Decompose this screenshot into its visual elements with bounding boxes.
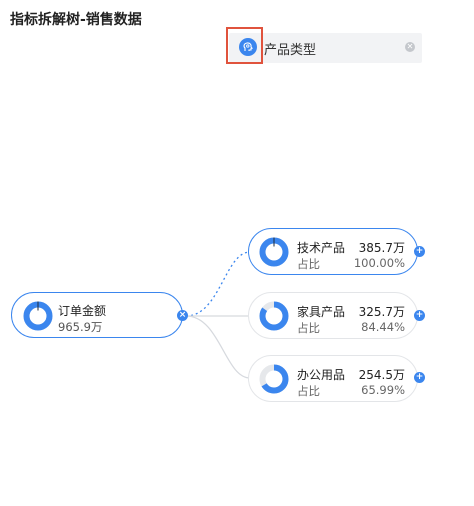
expand-toggle[interactable]: + (414, 310, 425, 321)
child-name: 技术产品 (297, 241, 346, 255)
root-value: 965.9万 (58, 320, 103, 334)
expand-toggle[interactable]: + (414, 372, 425, 383)
office-donut (259, 364, 289, 394)
ratio-value: 100.00% (353, 256, 405, 270)
root-node[interactable]: 订单金额 965.9万 (11, 292, 183, 338)
child-node-office[interactable]: 办公用品 占比 254.5万 65.99% (248, 355, 418, 402)
ratio-value: 65.99% (361, 383, 405, 397)
ratio-value: 84.44% (361, 320, 405, 334)
furniture-donut (259, 301, 289, 331)
child-name: 家具产品 (297, 305, 346, 319)
child-value: 325.7万 (358, 305, 405, 319)
ratio-label: 占比 (297, 321, 320, 335)
ratio-label: 占比 (297, 257, 320, 271)
collapse-toggle[interactable]: × (177, 310, 188, 321)
child-name: 办公用品 (297, 368, 346, 382)
tech-donut (259, 237, 289, 267)
child-node-tech[interactable]: 技术产品 占比 385.7万 100.00% (248, 228, 418, 275)
child-value: 254.5万 (358, 368, 405, 382)
ratio-label: 占比 (297, 384, 320, 398)
root-donut (23, 301, 53, 331)
root-name: 订单金额 (58, 304, 107, 318)
child-node-furniture[interactable]: 家具产品 占比 325.7万 84.44% (248, 292, 418, 339)
expand-toggle[interactable]: + (414, 246, 425, 257)
child-value: 385.7万 (358, 241, 405, 255)
